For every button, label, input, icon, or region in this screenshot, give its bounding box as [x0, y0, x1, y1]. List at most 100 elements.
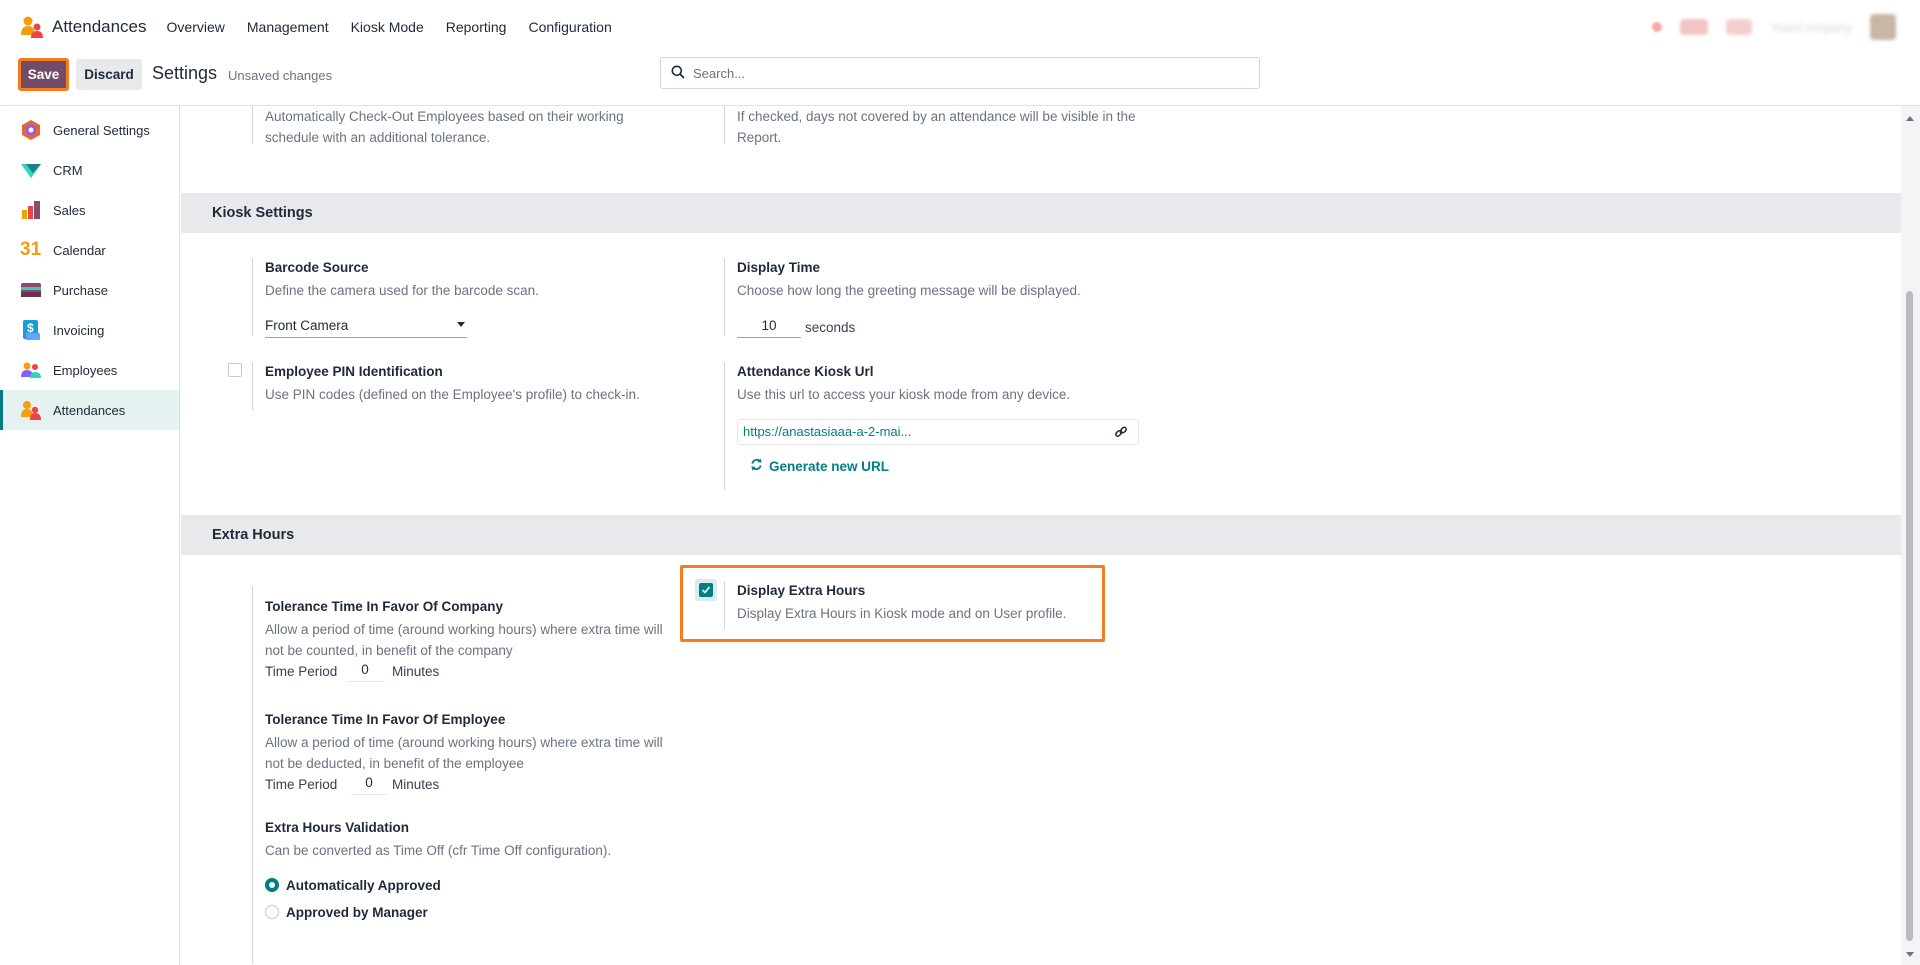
tolerance-employee-description: Allow a period of time (around working h…	[265, 735, 663, 771]
top-navbar: Attendances Overview Management Kiosk Mo…	[0, 0, 1920, 53]
radio-label-automatically-approved[interactable]: Automatically Approved	[286, 878, 441, 893]
absence-management-description: If checked, days not covered by an atten…	[737, 109, 1136, 145]
tolerance-employee-label: Time Period	[265, 777, 338, 792]
sidebar-item-label: Employees	[53, 362, 118, 378]
systray: YourCompany	[1652, 14, 1896, 40]
sidebar-item-sales[interactable]: Sales	[0, 190, 179, 230]
settings-sidebar: General Settings CRM Sales 31 Calendar P…	[0, 106, 180, 965]
kiosk-url-description: Use this url to access your kiosk mode f…	[737, 387, 1071, 402]
app-name[interactable]: Attendances	[52, 17, 147, 37]
radio-approved-by-manager[interactable]	[265, 905, 279, 919]
caret-down-icon	[457, 322, 465, 327]
barcode-source-title: Barcode Source	[265, 260, 369, 275]
crm-icon	[20, 159, 42, 181]
generate-new-url-button[interactable]: Generate new URL	[750, 458, 889, 474]
kiosk-url-title: Attendance Kiosk Url	[737, 364, 874, 379]
divider	[724, 258, 725, 336]
sales-icon	[20, 199, 42, 221]
messaging-icon[interactable]	[1680, 19, 1709, 35]
display-time-title: Display Time	[737, 260, 821, 275]
attendances-icon	[20, 399, 42, 421]
menu-configuration[interactable]: Configuration	[528, 19, 611, 35]
kiosk-settings-header: Kiosk Settings	[181, 193, 1901, 233]
settings-content: Automatically Check-Out Employees based …	[181, 106, 1901, 965]
invoicing-icon: $	[20, 319, 42, 341]
divider	[724, 581, 725, 629]
auto-checkout-description: Automatically Check-Out Employees based …	[265, 109, 624, 145]
tolerance-employee-input[interactable]: 0	[351, 775, 387, 795]
tolerance-employee-unit: Minutes	[392, 777, 440, 792]
tolerance-company-unit: Minutes	[392, 664, 440, 679]
employees-icon	[20, 359, 42, 381]
menu-overview[interactable]: Overview	[167, 19, 225, 35]
sidebar-item-calendar[interactable]: 31 Calendar	[0, 230, 179, 270]
company-switcher[interactable]: YourCompany	[1770, 20, 1852, 35]
kiosk-url-field[interactable]: https://anastasiaaa-a-2-mai...	[737, 419, 1139, 445]
page-title: Settings	[152, 63, 218, 83]
sidebar-item-label: Purchase	[53, 282, 108, 298]
employee-pin-title: Employee PIN Identification	[265, 364, 443, 379]
radio-automatically-approved[interactable]	[265, 878, 279, 892]
scroll-down-arrow-icon[interactable]	[1906, 952, 1914, 957]
sidebar-item-crm[interactable]: CRM	[0, 150, 179, 190]
display-extra-hours-title: Display Extra Hours	[737, 583, 866, 598]
search-input[interactable]	[693, 65, 1253, 81]
search-box[interactable]	[660, 57, 1260, 89]
sidebar-item-purchase[interactable]: Purchase	[0, 270, 179, 310]
sidebar-item-general-settings[interactable]: General Settings	[0, 110, 179, 150]
tolerance-company-input[interactable]: 0	[347, 662, 383, 682]
divider	[252, 362, 253, 410]
sidebar-item-attendances[interactable]: Attendances	[0, 390, 179, 430]
menu-kiosk-mode[interactable]: Kiosk Mode	[351, 19, 424, 35]
radio-label-approved-by-manager[interactable]: Approved by Manager	[286, 905, 428, 920]
barcode-source-select[interactable]: Front Camera	[265, 318, 467, 338]
sidebar-item-invoicing[interactable]: $ Invoicing	[0, 310, 179, 350]
tolerance-employee-title: Tolerance Time In Favor Of Employee	[265, 712, 506, 727]
menu-reporting[interactable]: Reporting	[446, 19, 507, 35]
checkbox-focus-ring	[695, 579, 717, 601]
employee-pin-description: Use PIN codes (defined on the Employee's…	[265, 387, 640, 402]
clock-icon[interactable]	[1726, 19, 1753, 35]
scrollbar-thumb[interactable]	[1906, 291, 1913, 941]
discard-button[interactable]: Discard	[76, 59, 142, 90]
divider	[252, 258, 253, 336]
save-button[interactable]: Save	[18, 58, 69, 91]
unsaved-changes-indicator: Unsaved changes	[228, 68, 333, 83]
tolerance-company-title: Tolerance Time In Favor Of Company	[265, 599, 504, 614]
general-settings-icon	[20, 119, 42, 141]
sidebar-item-label: Sales	[53, 202, 86, 218]
activity-icon[interactable]	[1652, 22, 1663, 32]
refresh-icon	[750, 458, 763, 474]
menu-management[interactable]: Management	[247, 19, 329, 35]
divider	[724, 362, 725, 490]
calendar-icon: 31	[20, 239, 42, 260]
control-panel: Save Discard Settings Unsaved changes	[0, 53, 1920, 106]
extra-hours-header: Extra Hours	[181, 515, 1901, 555]
sidebar-item-label: CRM	[53, 162, 83, 178]
display-time-input[interactable]: 10	[737, 318, 801, 338]
tolerance-company-label: Time Period	[265, 664, 338, 679]
divider	[724, 106, 725, 144]
link-icon[interactable]	[1114, 425, 1128, 442]
scrollbar[interactable]	[1901, 106, 1920, 965]
employee-pin-checkbox[interactable]	[228, 363, 242, 377]
divider	[252, 586, 253, 964]
sidebar-item-employees[interactable]: Employees	[0, 350, 179, 390]
attendances-app-icon[interactable]	[20, 15, 44, 39]
display-time-description: Choose how long the greeting message wil…	[737, 283, 1081, 298]
extra-hours-validation-title: Extra Hours Validation	[265, 820, 410, 835]
extra-hours-validation-description: Can be converted as Time Off (cfr Time O…	[265, 843, 612, 858]
tolerance-company-description: Allow a period of time (around working h…	[265, 622, 663, 658]
sidebar-item-label: General Settings	[53, 122, 150, 138]
scroll-up-arrow-icon[interactable]	[1906, 116, 1914, 121]
divider	[252, 106, 253, 144]
barcode-source-description: Define the camera used for the barcode s…	[265, 283, 539, 298]
display-extra-hours-description: Display Extra Hours in Kiosk mode and on…	[737, 606, 1067, 621]
sidebar-item-label: Attendances	[53, 402, 126, 418]
purchase-icon	[20, 279, 42, 301]
sidebar-item-label: Invoicing	[53, 322, 105, 338]
search-icon	[671, 65, 685, 82]
sidebar-item-label: Calendar	[53, 242, 106, 258]
avatar[interactable]	[1870, 14, 1896, 40]
display-time-unit: seconds	[805, 320, 856, 335]
